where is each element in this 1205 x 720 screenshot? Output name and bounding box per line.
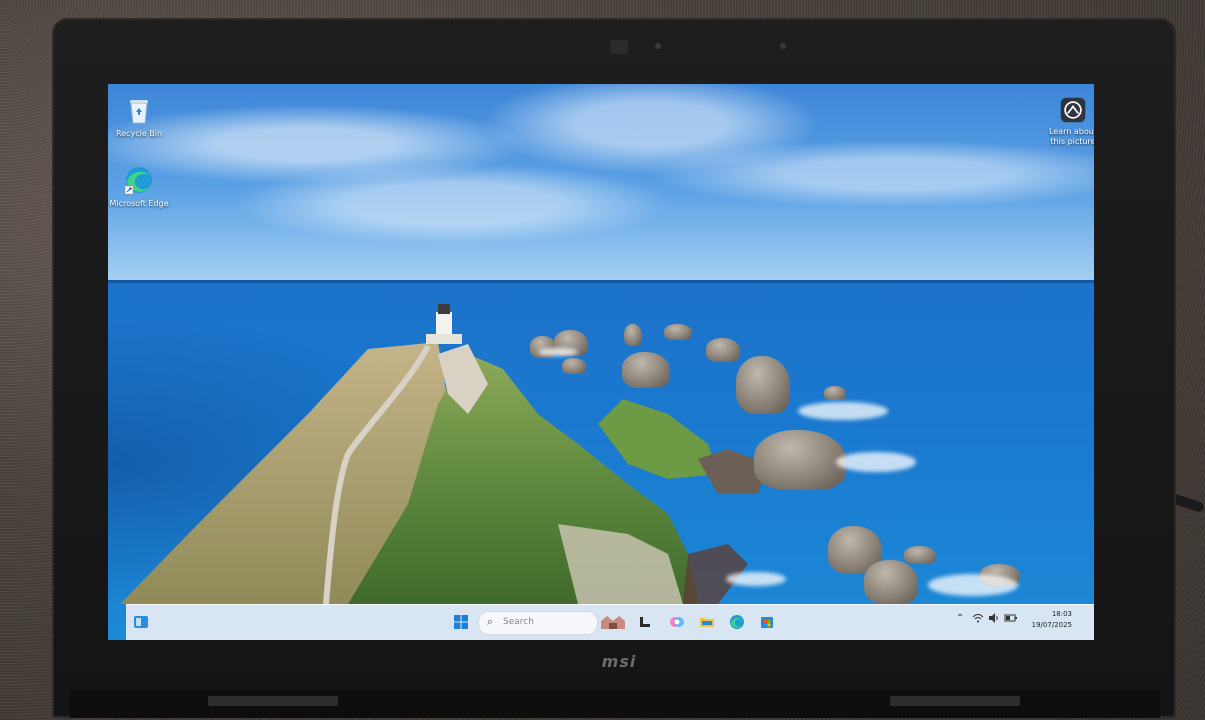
edge-icon — [124, 167, 152, 195]
brand-logo: msi — [601, 652, 637, 671]
chevron-up-icon[interactable]: ⌃ — [956, 613, 964, 624]
surf — [726, 572, 786, 586]
search-highlight-icon — [601, 616, 625, 629]
rock — [562, 358, 586, 374]
rock — [622, 352, 670, 388]
desktop-screen: Recycle Bin Microsoft Edge Learn about t… — [108, 84, 1094, 640]
start-button[interactable] — [450, 611, 472, 633]
copilot-button[interactable] — [598, 611, 628, 633]
desktop-icon-label: Recycle Bin — [115, 129, 163, 138]
rock — [904, 546, 936, 564]
battery-glyph — [1004, 614, 1017, 622]
wifi-glyph — [972, 614, 984, 623]
taskbar-clock[interactable]: 18:03 19/07/2025 — [1032, 609, 1072, 631]
wallpaper-headland — [120, 304, 768, 605]
copilot-icon — [670, 617, 684, 627]
learn-about-picture-label: Learn about this picture — [1049, 127, 1094, 146]
rock — [864, 560, 918, 604]
spotlight-icon — [1060, 97, 1086, 123]
volume-glyph — [989, 613, 998, 623]
surf — [928, 574, 1018, 596]
taskbar-search[interactable]: ⌕ Search — [478, 611, 598, 635]
surf — [538, 348, 578, 356]
search-placeholder: Search — [503, 617, 534, 627]
edge-icon — [730, 615, 744, 629]
volume-icon[interactable] — [988, 613, 1000, 626]
taskbar: ⌕ Search ⌃ 18:03 19/07/2025 — [126, 604, 1094, 640]
battery-icon[interactable] — [1004, 613, 1018, 626]
wifi-icon[interactable] — [972, 613, 984, 626]
laptop: Recycle Bin Microsoft Edge Learn about t… — [52, 18, 1176, 718]
file-explorer-icon — [700, 618, 714, 627]
widgets-button[interactable] — [130, 611, 152, 633]
clock-date: 19/07/2025 — [1031, 621, 1072, 629]
copilot-app-button[interactable] — [666, 611, 688, 633]
file-explorer-button[interactable] — [696, 611, 718, 633]
start-icon — [454, 615, 468, 629]
rock — [624, 324, 642, 346]
recycle-bin-icon — [130, 100, 148, 124]
learn-about-picture[interactable]: Learn about this picture — [1048, 96, 1094, 147]
clock-time: 18:03 — [1051, 610, 1072, 618]
rock — [754, 430, 846, 490]
webcam-light — [655, 43, 661, 49]
store-button[interactable] — [756, 611, 778, 633]
webcam — [610, 40, 628, 54]
surf — [836, 452, 916, 472]
rock — [824, 386, 846, 400]
surf — [798, 402, 888, 420]
rock — [706, 338, 740, 362]
hinge — [890, 696, 1020, 706]
task-view-button[interactable] — [634, 611, 656, 633]
task-view-icon — [640, 617, 650, 627]
laptop-base — [70, 690, 1160, 718]
sensor-dot — [780, 43, 786, 49]
desktop-icon-recycle-bin[interactable]: Recycle Bin — [108, 94, 170, 139]
widgets-icon — [134, 616, 148, 628]
rock — [736, 356, 790, 414]
hinge — [208, 696, 338, 706]
desktop-icon-label: Microsoft Edge — [109, 199, 169, 208]
rock — [664, 324, 692, 340]
search-icon: ⌕ — [487, 615, 494, 628]
desktop-icon-edge[interactable]: Microsoft Edge — [108, 164, 170, 209]
edge-taskbar-button[interactable] — [726, 611, 748, 633]
store-icon — [761, 617, 773, 628]
